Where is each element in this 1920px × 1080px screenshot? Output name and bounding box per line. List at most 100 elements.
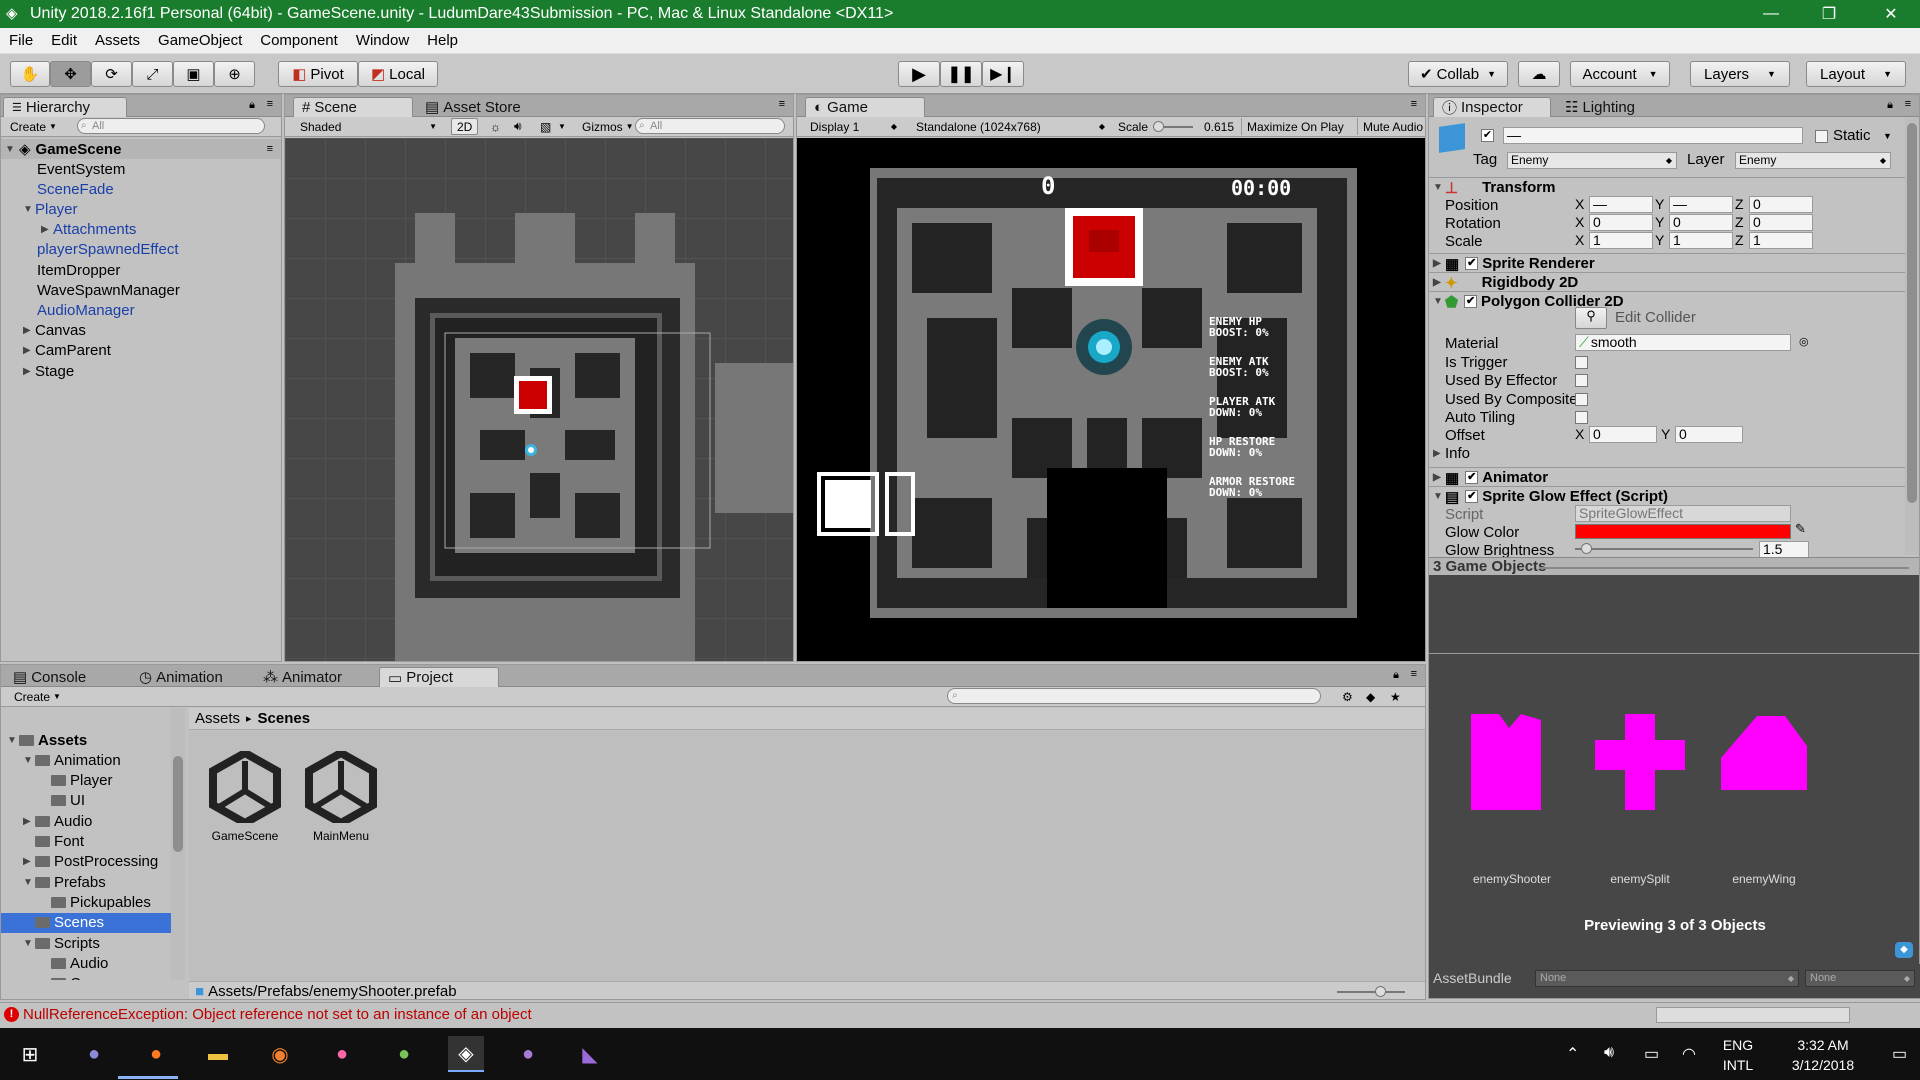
animator-enabled-checkbox[interactable]: ✔ — [1465, 471, 1479, 484]
folder-item[interactable]: Font — [1, 832, 171, 852]
close-button[interactable]: ✕ — [1862, 0, 1920, 28]
position-x-field[interactable]: — — [1589, 196, 1653, 213]
lock-icon[interactable]: 🔒︎ — [1887, 99, 1893, 112]
collapse-arrow-icon[interactable]: ▶ — [1433, 277, 1445, 288]
hand-tool-button[interactable]: ✋ — [10, 61, 50, 87]
android-studio-icon[interactable]: ● — [386, 1036, 422, 1072]
collapse-arrow-icon[interactable]: ▶ — [41, 224, 53, 235]
folder-item[interactable]: Scenes — [1, 912, 171, 933]
folder-item[interactable]: ▼ Assets — [1, 730, 171, 750]
folder-item[interactable]: Camera — [1, 974, 171, 980]
maximize-button[interactable]: ❐ — [1800, 0, 1858, 28]
collapse-arrow-icon[interactable]: ▶ — [1433, 258, 1445, 269]
assetbundle-dropdown[interactable]: None ◆ — [1535, 970, 1799, 987]
menu-icon[interactable]: ≡ — [1905, 98, 1911, 110]
sprite-glow-enabled-checkbox[interactable]: ✔ — [1465, 490, 1479, 503]
minimize-button[interactable]: — — [1742, 0, 1800, 28]
expand-arrow-icon[interactable]: ▼ — [23, 938, 35, 949]
windows-start-icon[interactable]: ⊞ — [12, 1036, 48, 1072]
rigidbody-header[interactable]: ▶ ✦ Rigidbody 2D — [1429, 272, 1919, 292]
collider-enabled-checkbox[interactable]: ✔ — [1464, 295, 1478, 308]
maximize-on-play-toggle[interactable]: Maximize On Play — [1241, 118, 1349, 135]
hierarchy-item[interactable]: playerSpawnedEffect — [37, 240, 178, 260]
glow-brightness-field[interactable]: 1.5 — [1759, 541, 1809, 558]
is-trigger-checkbox[interactable] — [1575, 356, 1588, 369]
menu-icon[interactable]: ≡ — [1411, 98, 1417, 110]
visual-studio-icon[interactable]: ◣ — [572, 1036, 608, 1072]
icon-size-thumb[interactable] — [1375, 986, 1386, 997]
project-create-dropdown[interactable]: Create ▼ — [9, 688, 66, 705]
blender-icon[interactable]: ◉ — [262, 1036, 298, 1072]
scene-viewport[interactable] — [285, 138, 793, 661]
cloud-button[interactable]: ☁ — [1518, 61, 1560, 87]
collapse-arrow-icon[interactable]: ▶ — [1433, 472, 1445, 483]
menu-file[interactable]: File — [0, 32, 42, 49]
glow-color-swatch[interactable] — [1575, 524, 1791, 539]
hierarchy-item[interactable]: WaveSpawnManager — [37, 280, 180, 300]
scale-x-field[interactable]: 1 — [1589, 232, 1653, 249]
folder-item[interactable]: Player — [1, 771, 171, 791]
collapse-arrow-icon[interactable]: ▶ — [23, 325, 35, 336]
tab-hierarchy[interactable]: ☰ Hierarchy — [3, 97, 127, 117]
menu-icon[interactable]: ≡ — [1411, 668, 1417, 680]
glow-brightness-thumb[interactable] — [1581, 543, 1592, 554]
layer-dropdown[interactable]: Enemy ◆ — [1735, 152, 1891, 169]
hierarchy-item[interactable]: AudioManager — [37, 300, 135, 320]
scale-slider-thumb[interactable] — [1153, 121, 1164, 132]
filter-label-icon[interactable]: ◆ — [1361, 688, 1380, 705]
breadcrumb-assets[interactable]: Assets — [195, 710, 240, 727]
folder-item[interactable]: Pickupables — [1, 892, 171, 912]
layout-dropdown[interactable]: Layout ▼ — [1806, 61, 1906, 87]
folder-item[interactable]: ▶ Audio — [1, 811, 171, 831]
play-button[interactable]: ▶ — [898, 61, 940, 87]
tab-console[interactable]: ▤ Console — [5, 667, 125, 687]
folder-item[interactable]: ▼ Prefabs — [1, 872, 171, 892]
collapse-arrow-icon[interactable]: ▶ — [23, 345, 35, 356]
preview-header[interactable]: 3 Game Objects — [1429, 557, 1919, 575]
inspector-scrollbar[interactable] — [1905, 117, 1919, 555]
menu-icon[interactable]: ≡ — [779, 98, 785, 110]
sprite-renderer-header[interactable]: ▶ ▦ ✔ Sprite Renderer — [1429, 253, 1919, 273]
status-bar[interactable]: ! NullReferenceException: Object referen… — [0, 1002, 1920, 1026]
tag-icon[interactable]: ◆ — [1895, 942, 1913, 958]
collapse-arrow-icon[interactable]: ▶ — [1433, 448, 1445, 459]
tab-game[interactable]: ◐ Game — [805, 97, 925, 117]
scale-z-field[interactable]: 1 — [1749, 232, 1813, 249]
game-viewport[interactable]: 0 00:00 ENEMY HP BOOST: 0% ENEMY ATK BOO… — [797, 138, 1425, 661]
rotate-tool-button[interactable]: ⟳ — [91, 61, 132, 87]
menu-component[interactable]: Component — [251, 32, 347, 49]
mute-audio-toggle[interactable]: Mute Audio — [1357, 118, 1425, 135]
tab-inspector[interactable]: ⓘ Inspector — [1433, 97, 1551, 117]
step-button[interactable]: ▶❙ — [982, 61, 1024, 87]
light-icon[interactable]: ☼ — [485, 118, 506, 135]
file-explorer-icon[interactable]: ▬ — [200, 1036, 236, 1072]
tab-scene[interactable]: # Scene — [293, 97, 413, 117]
tab-project[interactable]: ▭ Project — [379, 667, 499, 687]
scale-tool-button[interactable]: ⤢ — [132, 61, 173, 87]
folder-item[interactable]: ▼ Scripts — [1, 933, 171, 953]
sprite-renderer-enabled-checkbox[interactable]: ✔ — [1465, 257, 1479, 270]
layers-dropdown[interactable]: Layers ▼ — [1690, 61, 1790, 87]
pause-button[interactable]: ❚❚ — [940, 61, 982, 87]
menu-window[interactable]: Window — [347, 32, 418, 49]
eyedropper-icon[interactable]: ✎ — [1795, 521, 1806, 537]
local-toggle[interactable]: ◩ Local — [358, 61, 438, 87]
rotation-y-field[interactable]: 0 — [1669, 214, 1733, 231]
expand-arrow-icon[interactable]: ▼ — [7, 735, 19, 746]
hierarchy-item[interactable]: ▶ Attachments — [41, 220, 136, 240]
used-by-composite-checkbox[interactable] — [1575, 393, 1588, 406]
hierarchy-item[interactable]: SceneFade — [37, 179, 114, 199]
expand-arrow-icon[interactable]: ▼ — [1433, 182, 1445, 193]
used-by-effector-checkbox[interactable] — [1575, 374, 1588, 387]
pivot-toggle[interactable]: ◧ Pivot — [278, 61, 358, 87]
tab-lighting[interactable]: ☷ Lighting — [1557, 97, 1667, 117]
scene-menu-icon[interactable]: ≡ — [267, 143, 273, 155]
menu-edit[interactable]: Edit — [42, 32, 86, 49]
scale-slider[interactable] — [1153, 121, 1193, 132]
material-field[interactable]: ⟋ smooth — [1575, 334, 1791, 351]
wifi-icon[interactable]: ◠ — [1682, 1044, 1696, 1064]
hierarchy-item[interactable]: ItemDropper — [37, 260, 120, 280]
asset-item[interactable]: GameScene — [205, 751, 285, 843]
language-indicator[interactable]: ENG INTL — [1718, 1035, 1758, 1075]
battery-icon[interactable]: ▭ — [1644, 1044, 1659, 1064]
